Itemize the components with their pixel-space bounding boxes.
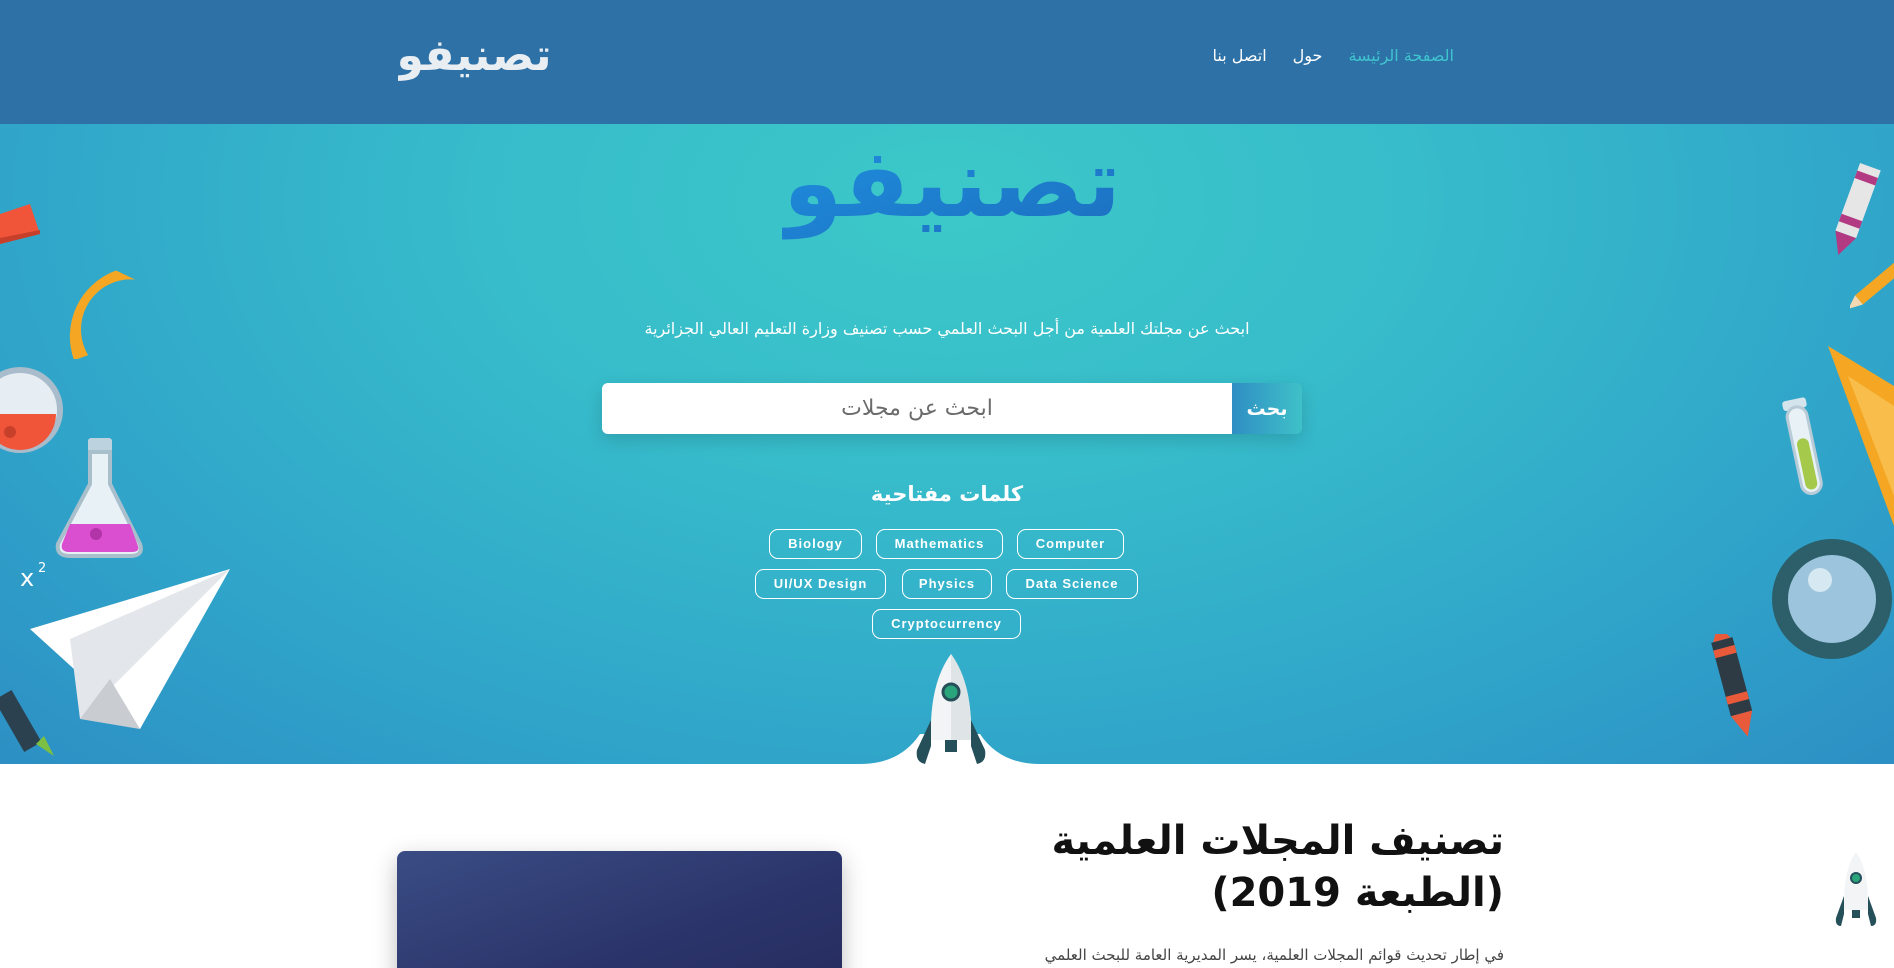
- test-tube-icon: [1782, 397, 1823, 495]
- nav-link-about[interactable]: حول: [1293, 46, 1323, 65]
- section-title-line2: (الطبعة 2019): [1211, 870, 1504, 916]
- search-form: بحث: [602, 383, 1302, 434]
- pencil-icon: [1850, 261, 1894, 309]
- nav-link-contact[interactable]: اتصل بنا: [1213, 46, 1267, 65]
- section-title-line1: تصنيف المجلات العلمية: [1051, 818, 1504, 864]
- section-paragraph: في إطار تحديث قوائم المجلات العلمية، يسر…: [1044, 946, 1504, 964]
- search-button[interactable]: بحث: [1232, 383, 1302, 434]
- site-logo[interactable]: تصنيفو: [398, 28, 550, 88]
- crayon-icon: [1835, 162, 1881, 256]
- keywords-title: كلمات مفتاحية: [870, 482, 1024, 506]
- magnifier-icon: [1772, 539, 1892, 659]
- tag-data-science[interactable]: Data Science: [1006, 569, 1138, 599]
- tag-biology[interactable]: Biology: [769, 529, 862, 559]
- tag-physics[interactable]: Physics: [902, 569, 992, 599]
- rocket-icon: [916, 654, 986, 764]
- search-input[interactable]: [602, 383, 1232, 434]
- section-title: تصنيف المجلات العلمية (الطبعة 2019): [1004, 815, 1504, 919]
- protractor-icon: [69, 270, 136, 359]
- tag-computer[interactable]: Computer: [1017, 529, 1124, 559]
- eraser-icon: [0, 204, 40, 244]
- tag-uiux-design[interactable]: UI/UX Design: [755, 569, 886, 599]
- tag-mathematics[interactable]: Mathematics: [876, 529, 1003, 559]
- hero-logo-text: تصنيفو: [782, 128, 1121, 240]
- ruler-icon: [1828, 346, 1894, 526]
- main-nav: الصفحة الرئيسة حول اتصل بنا: [1213, 46, 1454, 65]
- site-logo-text: تصنيفو: [398, 30, 550, 81]
- top-navbar: تصنيفو الصفحة الرئيسة حول اتصل بنا: [0, 0, 1894, 124]
- hero-tagline: ابحث عن مجلتك العلمية من أجل البحث العلم…: [644, 319, 1250, 338]
- hero-logo: تصنيفو: [782, 128, 1121, 240]
- rocket-small-icon: [1835, 852, 1877, 926]
- flask-icon: [55, 438, 143, 558]
- tag-cryptocurrency[interactable]: Cryptocurrency: [872, 609, 1021, 639]
- nav-link-home[interactable]: الصفحة الرئيسة: [1348, 46, 1454, 65]
- media-card[interactable]: [397, 851, 842, 968]
